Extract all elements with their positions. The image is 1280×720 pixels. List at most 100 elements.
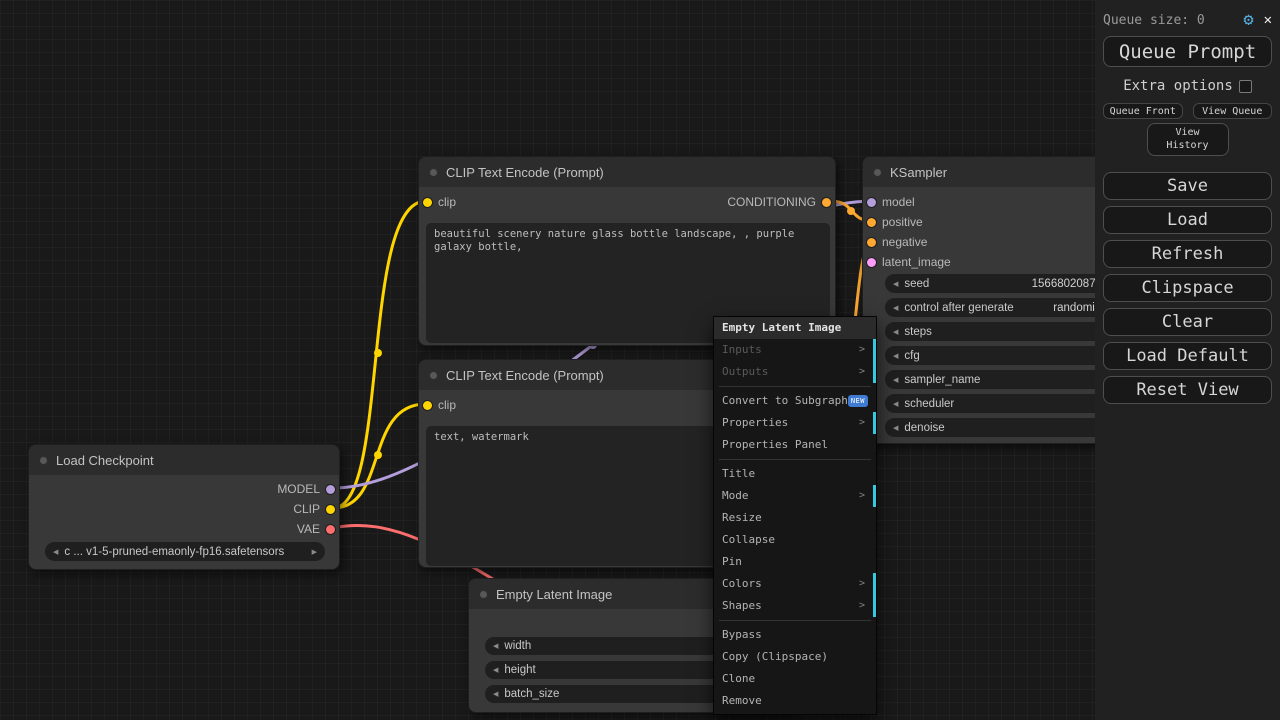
node-titlebar[interactable]: CLIP Text Encode (Prompt) — [419, 157, 835, 187]
output-slot-clip[interactable]: CLIP — [293, 501, 335, 517]
slot-dot-model[interactable] — [326, 484, 335, 494]
slot-dot-clip[interactable] — [326, 504, 335, 514]
close-menu-icon[interactable]: ✕ — [1264, 12, 1272, 28]
menu-item-properties-panel[interactable]: Properties Panel — [714, 434, 876, 456]
slot-dot-clip[interactable] — [423, 400, 432, 410]
slot-label: CLIP — [293, 502, 320, 516]
graph-canvas[interactable]: CLIP Text Encode (Prompt) clip CONDITION… — [0, 0, 1280, 720]
stepper-prev-icon[interactable]: ◀ — [493, 666, 498, 674]
collapse-dot[interactable] — [39, 455, 48, 465]
refresh-button[interactable]: Refresh — [1103, 240, 1272, 268]
combo-prev-icon[interactable]: ◀ — [53, 548, 58, 556]
stepper-prev-icon[interactable]: ◀ — [893, 304, 898, 312]
slot-dot-clip[interactable] — [423, 197, 432, 207]
context-menu-title: Empty Latent Image — [714, 317, 876, 339]
input-slot-positive[interactable]: positive — [867, 214, 923, 230]
stepper-prev-icon[interactable]: ◀ — [893, 352, 898, 360]
collapse-dot[interactable] — [429, 370, 438, 380]
input-slot-clip[interactable]: clip — [423, 397, 456, 413]
output-slot-vae[interactable]: VAE — [297, 521, 335, 537]
widget-cfg[interactable]: ◀ cfg — [885, 346, 1115, 365]
stepper-prev-icon[interactable]: ◀ — [493, 642, 498, 650]
load-default-button[interactable]: Load Default — [1103, 342, 1272, 370]
output-slot-model[interactable]: MODEL — [277, 481, 335, 497]
combo-next-icon[interactable]: ▶ — [312, 548, 317, 556]
collapse-dot[interactable] — [873, 167, 882, 177]
menu-item-convert-to-subgraph[interactable]: Convert to Subgraph NEW — [714, 390, 876, 412]
input-slot-latent-image[interactable]: latent_image — [867, 254, 951, 270]
menu-item-shapes[interactable]: Shapes > — [714, 595, 876, 617]
widget-scheduler[interactable]: ◀ scheduler — [885, 394, 1115, 413]
submenu-arrow-icon: > — [858, 344, 865, 355]
widget-control-after-generate[interactable]: ◀ control after generate randomize — [885, 298, 1115, 317]
new-badge: NEW — [847, 395, 868, 407]
slot-dot-conditioning[interactable] — [867, 237, 876, 247]
collapse-dot[interactable] — [429, 167, 438, 177]
ckpt-name-combo[interactable]: ◀ c ... v1-5-pruned-emaonly-fp16.safeten… — [45, 542, 325, 561]
submenu-arrow-icon: > — [858, 600, 865, 611]
menu-item-resize[interactable]: Resize — [714, 507, 876, 529]
input-slot-clip[interactable]: clip — [423, 194, 456, 210]
menu-item-colors[interactable]: Colors > — [714, 573, 876, 595]
slot-label: clip — [438, 398, 457, 412]
menu-item-clone[interactable]: Clone — [714, 668, 876, 690]
queue-front-button[interactable]: Queue Front — [1103, 103, 1183, 119]
menu-item-mode[interactable]: Mode > — [714, 485, 876, 507]
node-context-menu: Empty Latent Image Inputs > Outputs > Conv… — [713, 316, 877, 715]
node-titlebar[interactable]: Load Checkpoint — [29, 445, 339, 475]
extra-options-checkbox[interactable] — [1238, 79, 1252, 93]
stepper-prev-icon[interactable]: ◀ — [893, 328, 898, 336]
combo-value: c ... v1-5-pruned-emaonly-fp16.safetenso… — [64, 545, 285, 558]
stepper-prev-icon[interactable]: ◀ — [893, 424, 898, 432]
slot-dot-conditioning[interactable] — [867, 217, 876, 227]
menu-item-pin[interactable]: Pin — [714, 551, 876, 573]
view-queue-button[interactable]: View Queue — [1192, 103, 1272, 119]
clipspace-button[interactable]: Clipspace — [1103, 274, 1272, 302]
menu-item-title[interactable]: Title — [714, 463, 876, 485]
menu-separator — [719, 386, 871, 387]
slot-dot-model[interactable] — [867, 197, 876, 207]
load-button[interactable]: Load — [1103, 206, 1272, 234]
clear-button[interactable]: Clear — [1103, 308, 1272, 336]
node-title: Load Checkpoint — [56, 452, 154, 468]
slot-label: clip — [438, 195, 457, 209]
submenu-arrow-icon: > — [858, 366, 865, 377]
widget-seed[interactable]: ◀ seed 1566802087 ▶ — [885, 274, 1115, 293]
collapse-dot[interactable] — [479, 589, 488, 599]
input-slot-model[interactable]: model — [867, 194, 915, 210]
node-load-checkpoint[interactable]: Load Checkpoint MODEL CLIP VAE ◀ c ... v… — [28, 444, 340, 570]
node-ksampler[interactable]: KSampler model positive negative latent_… — [862, 156, 1122, 444]
view-history-button[interactable]: View History — [1146, 123, 1229, 156]
submenu-arrow-icon: > — [858, 490, 865, 501]
menu-item-bypass[interactable]: Bypass — [714, 624, 876, 646]
slot-label: latent_image — [882, 255, 951, 269]
slot-dot-conditioning[interactable] — [822, 197, 831, 207]
node-title: CLIP Text Encode (Prompt) — [446, 367, 604, 383]
input-slot-negative[interactable]: negative — [867, 234, 927, 250]
widget-steps[interactable]: ◀ steps — [885, 322, 1115, 341]
settings-gear-icon[interactable]: ⚙ — [1243, 10, 1253, 30]
stepper-prev-icon[interactable]: ◀ — [493, 690, 498, 698]
output-slot-conditioning[interactable]: CONDITIONING — [727, 194, 831, 210]
menu-separator — [719, 459, 871, 460]
menu-item-copy-clipspace[interactable]: Copy (Clipspace) — [714, 646, 876, 668]
menu-item-inputs: Inputs > — [714, 339, 876, 361]
reset-view-button[interactable]: Reset View — [1103, 376, 1272, 404]
stepper-prev-icon[interactable]: ◀ — [893, 376, 898, 384]
queue-prompt-button[interactable]: Queue Prompt — [1103, 36, 1272, 67]
widget-denoise[interactable]: ◀ denoise — [885, 418, 1115, 437]
node-title: Empty Latent Image — [496, 586, 613, 602]
node-titlebar[interactable]: KSampler — [863, 157, 1121, 187]
widget-sampler-name[interactable]: ◀ sampler_name — [885, 370, 1115, 389]
slot-dot-vae[interactable] — [326, 524, 335, 534]
menu-item-collapse[interactable]: Collapse — [714, 529, 876, 551]
stepper-prev-icon[interactable]: ◀ — [893, 400, 898, 408]
menu-item-properties[interactable]: Properties > — [714, 412, 876, 434]
menu-item-remove[interactable]: Remove — [714, 690, 876, 712]
slot-label: model — [882, 195, 915, 209]
slot-label: VAE — [296, 522, 320, 536]
stepper-prev-icon[interactable]: ◀ — [893, 280, 898, 288]
slot-dot-latent[interactable] — [867, 257, 876, 267]
menu-separator — [719, 620, 871, 621]
save-button[interactable]: Save — [1103, 172, 1272, 200]
